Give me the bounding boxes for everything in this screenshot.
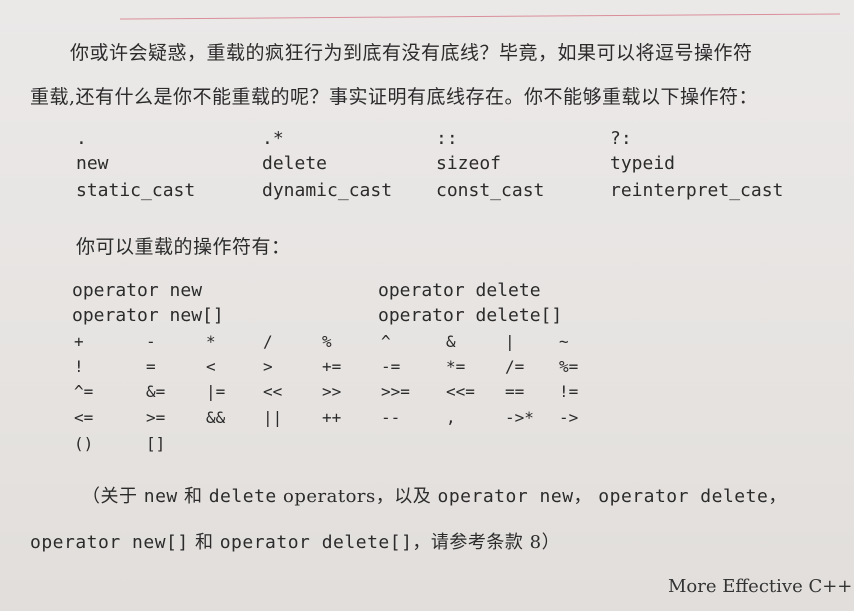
overloadable-operator: -- (381, 408, 401, 427)
overloadable-operator: >>= (381, 382, 410, 401)
overloadable-operator: () (74, 434, 94, 453)
overloadable-heading: 你可以重载的操作符有： (76, 236, 291, 258)
non-overloadable-operator: const_cast (436, 180, 545, 201)
overloadable-operator: += (322, 357, 342, 376)
overloadable-operator: / (263, 332, 273, 351)
note-text: （关于 (82, 486, 138, 507)
overloadable-operator: ! (74, 357, 84, 376)
overloadable-operator: && (206, 408, 226, 427)
overloadable-operator: <<= (446, 382, 475, 401)
top-margin-rule (120, 13, 840, 20)
note-text: 和 (183, 486, 203, 507)
note-text: ， (573, 486, 593, 507)
overloadable-operator: | (505, 332, 515, 351)
note-code: operator delete (598, 486, 769, 507)
overloadable-operator: > (263, 357, 273, 376)
non-overloadable-operator: sizeof (436, 153, 502, 174)
note-code: delete (208, 486, 277, 507)
non-overloadable-operator: :: (436, 128, 458, 149)
note-line-2: operator new[] 和 operator delete[]，请参考条款… (30, 528, 560, 554)
non-overloadable-operator: delete (262, 153, 328, 174)
overloadable-operator: - (146, 332, 156, 351)
overloadable-operator: ^= (74, 382, 94, 401)
overloadable-operator: + (74, 332, 84, 351)
overloadable-operator: &= (146, 382, 166, 401)
non-overloadable-operator: reinterpret_cast (610, 180, 784, 201)
overloadable-named-operator: operator new[] (72, 305, 224, 326)
overloadable-operator: -= (381, 357, 401, 376)
note-code: operator delete[] (219, 532, 413, 553)
note-text: ，请参考条款 8） (412, 532, 561, 553)
non-overloadable-operator: new (76, 153, 109, 174)
non-overloadable-operator: .* (262, 128, 284, 149)
overloadable-operator: *= (446, 357, 466, 376)
note-line-1: （关于 new 和 delete operators，以及 operator n… (82, 482, 787, 508)
overloadable-operator: * (206, 332, 216, 351)
note-code: operator new[] (30, 532, 189, 553)
overloadable-named-operator: operator delete[] (378, 305, 563, 326)
note-code: operator new (437, 486, 574, 507)
overloadable-operator: -> (559, 408, 579, 427)
overloadable-operator: < (206, 357, 216, 376)
overloadable-operator: ~ (559, 332, 569, 351)
note-text: ， (768, 486, 787, 507)
running-footer: More Effective C++ (668, 576, 853, 597)
overloadable-named-operator: operator delete (378, 280, 541, 301)
note-code: new (143, 486, 178, 507)
overloadable-operator: /= (505, 357, 525, 376)
overloadable-operator: ++ (322, 408, 342, 427)
intro-line-2: 重载,还有什么是你不能重载的呢？事实证明有底线存在。你不能够重载以下操作符： (30, 86, 759, 108)
overloadable-operator: , (446, 408, 456, 427)
overloadable-operator: == (505, 382, 525, 401)
non-overloadable-operator: typeid (610, 153, 676, 174)
overloadable-operator: |= (206, 382, 226, 401)
overloadable-operator: % (322, 332, 332, 351)
book-page: 你或许会疑惑，重载的疯狂行为到底有没有底线？毕竟，如果可以将逗号操作符 重载,还… (0, 0, 854, 611)
overloadable-operator: %= (559, 357, 579, 376)
note-text: 和 (194, 532, 214, 553)
overloadable-operator: ^ (381, 332, 391, 351)
overloadable-operator: & (446, 332, 456, 351)
overloadable-named-operator: operator new (72, 280, 203, 301)
overloadable-operator: >= (146, 408, 166, 427)
intro-line-1: 你或许会疑惑，重载的疯狂行为到底有没有底线？毕竟，如果可以将逗号操作符 (70, 42, 753, 64)
non-overloadable-operator: dynamic_cast (262, 180, 393, 201)
overloadable-operator: << (263, 382, 283, 401)
non-overloadable-operator: ?: (610, 128, 632, 149)
overloadable-operator: <= (74, 408, 94, 427)
overloadable-operator: || (263, 408, 283, 427)
note-text: operators，以及 (282, 486, 432, 507)
overloadable-operator: = (146, 357, 156, 376)
overloadable-operator: >> (322, 382, 342, 401)
overloadable-operator: ->* (505, 408, 534, 427)
overloadable-operator: != (559, 382, 579, 401)
non-overloadable-operator: . (76, 128, 87, 149)
non-overloadable-operator: static_cast (76, 180, 196, 201)
overloadable-operator: [] (146, 434, 166, 453)
